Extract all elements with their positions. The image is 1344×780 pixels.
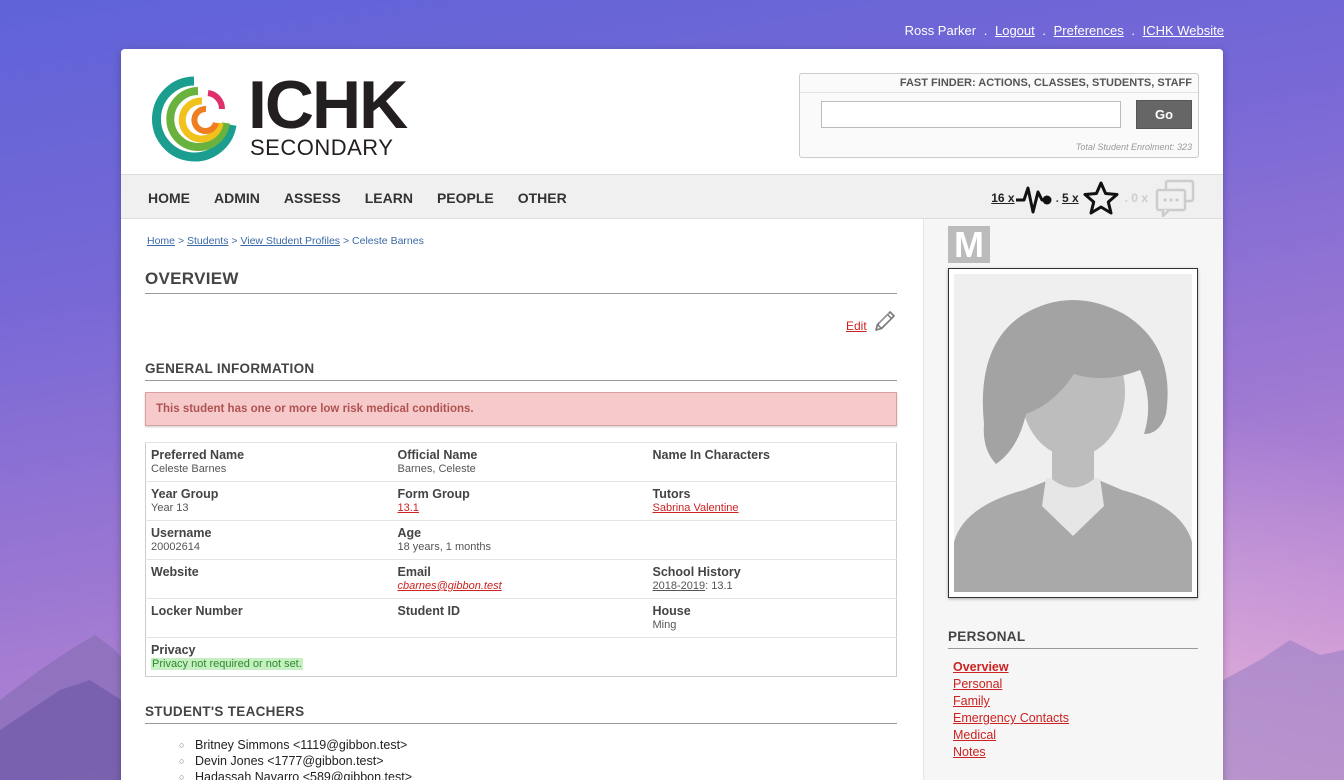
finder-title: FAST FINDER: ACTIONS, CLASSES, STUDENTS,… (899, 77, 1192, 89)
menu-assess[interactable]: ASSESS (284, 190, 341, 206)
pencil-icon[interactable] (873, 309, 897, 333)
personal-heading: PERSONAL (948, 629, 1198, 649)
tutors-label: Tutors (652, 487, 691, 501)
star-icon[interactable] (1081, 180, 1121, 216)
nav-emergency-contacts[interactable]: Emergency Contacts (953, 710, 1069, 727)
menu-people[interactable]: PEOPLE (437, 190, 494, 206)
nav-overview[interactable]: Overview (953, 659, 1069, 676)
breadcrumb-home[interactable]: Home (147, 235, 175, 247)
user-name: Ross Parker (904, 23, 977, 38)
messages-count[interactable]: . 0 x (1125, 191, 1148, 205)
notification-tray: 16 x . 5 x . 0 x (991, 179, 1198, 217)
logo-swirl-icon (152, 76, 237, 162)
main-menu: HOME ADMIN ASSESS LEARN PEOPLE OTHER (148, 190, 567, 206)
privacy-value: Privacy not required or not set. (151, 658, 303, 670)
medical-alert: This student has one or more low risk me… (145, 392, 897, 426)
house-value: Ming (652, 619, 677, 631)
table-row: Preferred Name Celeste Barnes Official Na… (145, 442, 897, 482)
menu-learn[interactable]: LEARN (365, 190, 413, 206)
messages-icon[interactable] (1154, 179, 1198, 217)
general-info-heading: GENERAL INFORMATION (145, 361, 897, 381)
list-item: Britney Simmons <1119@gibbon.test> (179, 737, 412, 753)
finder-input[interactable] (821, 101, 1121, 128)
nav-notes[interactable]: Notes (953, 744, 1069, 761)
breadcrumb-profiles[interactable]: View Student Profiles (240, 235, 340, 247)
teachers-heading: STUDENT'S TEACHERS (145, 704, 897, 724)
house-label: House (652, 604, 691, 618)
table-row: Username 20002614 Age 18 years, 1 months (145, 520, 897, 560)
fast-finder: FAST FINDER: ACTIONS, CLASSES, STUDENTS,… (799, 73, 1199, 158)
table-row: Privacy Privacy not required or not set. (145, 637, 897, 677)
menu-other[interactable]: OTHER (518, 190, 567, 206)
general-info-table: Preferred Name Celeste Barnes Official Na… (145, 442, 897, 677)
nav-family[interactable]: Family (953, 693, 1069, 710)
page-container: ICHK SECONDARY FAST FINDER: ACTIONS, CLA… (121, 49, 1223, 780)
preferred-name-value: Celeste Barnes (151, 463, 227, 475)
go-button[interactable]: Go (1136, 100, 1192, 129)
logo-wordmark: ICHK (248, 67, 408, 143)
main-content: Home > Students > View Student Profiles … (121, 219, 923, 780)
privacy-label: Privacy (151, 643, 196, 657)
header: ICHK SECONDARY FAST FINDER: ACTIONS, CLA… (121, 49, 1223, 174)
alerts-count[interactable]: 16 x (991, 191, 1014, 205)
breadcrumb-students[interactable]: Students (187, 235, 228, 247)
menu-admin[interactable]: ADMIN (214, 190, 260, 206)
school-history-label: School History (652, 565, 741, 579)
official-name-value: Barnes, Celeste (397, 463, 476, 475)
official-name-label: Official Name (397, 448, 478, 462)
username-label: Username (151, 526, 212, 540)
school-history-form: : 13.1 (705, 580, 733, 592)
school-logo[interactable]: ICHK SECONDARY (148, 67, 410, 162)
tutor-link[interactable]: Sabrina Valentine (653, 502, 739, 514)
main-menu-bar: HOME ADMIN ASSESS LEARN PEOPLE OTHER 16 … (121, 174, 1223, 219)
email-label: Email (397, 565, 431, 579)
name-characters-label: Name In Characters (652, 448, 770, 462)
edit-link[interactable]: Edit (846, 319, 867, 333)
edit-action[interactable]: Edit (846, 309, 897, 333)
list-item: Devin Jones <1777@gibbon.test> (179, 753, 412, 769)
table-row: Website Email cbarnes@gibbon.test School … (145, 559, 897, 599)
top-user-nav: Ross Parker . Logout . Preferences . ICH… (904, 23, 1224, 38)
house-badge: M (948, 226, 990, 264)
website-link[interactable]: ICHK Website (1143, 23, 1224, 38)
form-group-label: Form Group (397, 487, 470, 501)
locker-label: Locker Number (151, 604, 243, 618)
table-row: Year Group Year 13 Form Group 13.1 Tutors S… (145, 481, 897, 521)
student-id-label: Student ID (397, 604, 461, 618)
table-row: Locker Number Student ID House Ming (145, 598, 897, 638)
age-value: 18 years, 1 months (397, 541, 492, 553)
menu-home[interactable]: HOME (148, 190, 190, 206)
teachers-list: Britney Simmons <1119@gibbon.test> Devin… (179, 737, 412, 780)
logo-subtitle: SECONDARY (250, 135, 394, 160)
website-label: Website (151, 565, 199, 579)
email-link[interactable]: cbarnes@gibbon.test (398, 580, 502, 592)
likes-count[interactable]: 5 x (1062, 191, 1079, 205)
breadcrumb-current: Celeste Barnes (352, 235, 424, 247)
preferred-name-label: Preferred Name (151, 448, 245, 462)
nav-personal[interactable]: Personal (953, 676, 1069, 693)
pulse-icon[interactable] (1015, 181, 1053, 215)
form-group-link[interactable]: 13.1 (398, 502, 419, 514)
username-value: 20002614 (151, 541, 200, 553)
enrolment-count: Total Student Enrolment: 323 (1075, 142, 1192, 152)
school-history-year[interactable]: 2018-2019 (653, 580, 706, 592)
page-title: OVERVIEW (145, 269, 897, 294)
personal-nav: Overview Personal Family Emergency Conta… (953, 659, 1069, 761)
logout-link[interactable]: Logout (995, 23, 1035, 38)
sidebar: M PERSONAL Overview Personal Family Emer… (923, 219, 1223, 780)
list-item: Hadassah Navarro <589@gibbon.test> (179, 769, 412, 780)
year-group-label: Year Group (151, 487, 219, 501)
nav-medical[interactable]: Medical (953, 727, 1069, 744)
preferences-link[interactable]: Preferences (1054, 23, 1124, 38)
student-photo (948, 268, 1198, 598)
avatar-placeholder-icon (954, 300, 1192, 592)
year-group-value: Year 13 (151, 502, 189, 514)
breadcrumb: Home > Students > View Student Profiles … (147, 235, 424, 247)
age-label: Age (397, 526, 422, 540)
